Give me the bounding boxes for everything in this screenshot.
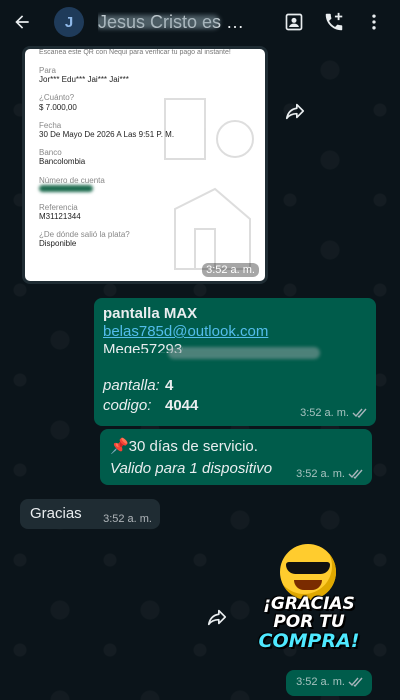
message-meta: 3:52 a. m.	[103, 513, 152, 525]
code-value: 4044	[165, 397, 199, 414]
sticker-line2: COMPRA!	[258, 629, 360, 652]
message-meta: 3:52 a. m.	[300, 407, 368, 419]
add-call-button[interactable]	[314, 0, 354, 44]
message-time: 3:52 a. m.	[202, 263, 259, 277]
contact-card-button[interactable]	[274, 0, 314, 44]
code-label: codigo:	[103, 397, 152, 414]
receipt-image-message[interactable]: Escanea este QR con Nequi para verificar…	[22, 46, 268, 284]
contact-name[interactable]: Jesus Cristo es m...	[98, 12, 248, 33]
contact-name-redaction	[98, 14, 220, 29]
screen-value: 4	[165, 377, 174, 394]
sunglasses-emoji-icon	[280, 544, 336, 600]
message-meta: 3:52 a. m.	[296, 676, 364, 688]
forward-icon	[207, 609, 227, 626]
back-arrow-icon	[15, 15, 29, 29]
phone-add-icon	[325, 12, 343, 31]
sticker-line1: ¡GRACIAS POR TU	[263, 594, 355, 632]
message-line: 📌30 días de servicio.	[110, 438, 258, 455]
chat-header: J Jesus Cristo es m...	[0, 0, 400, 44]
message-time: 3:52 a. m.	[296, 468, 345, 480]
email-link[interactable]: belas785d@outlook.com	[103, 323, 268, 340]
message-line: Valido para 1 dispositivo	[110, 460, 273, 477]
thank-you-sticker[interactable]: ¡GRACIAS POR TU COMPRA!	[238, 540, 378, 668]
message-text: Gracias	[30, 505, 82, 522]
forward-button[interactable]	[204, 604, 230, 630]
avatar[interactable]: J	[54, 7, 84, 37]
message-meta: 3:52 a. m.	[296, 468, 364, 480]
double-check-icon	[348, 469, 363, 479]
message-time: 3:52 a. m.	[103, 513, 152, 525]
forward-icon	[285, 103, 305, 120]
outgoing-message[interactable]: 📌30 días de servicio. Valido para 1 disp…	[100, 429, 372, 485]
receipt-para-value: Jor*** Edu*** Jai*** Jai***	[39, 75, 129, 85]
outgoing-message[interactable]: pantalla MAX belas785d@outlook.com Mege5…	[94, 298, 376, 426]
sticker-text: ¡GRACIAS POR TU COMPRA!	[242, 594, 376, 652]
receipt-note: Escanea este QR con Nequi para verificar…	[39, 49, 231, 56]
message-line: pantalla MAX	[103, 305, 198, 322]
double-check-icon	[348, 677, 363, 687]
back-button[interactable]	[0, 0, 44, 44]
forward-button[interactable]	[282, 98, 308, 124]
receipt-account-redaction	[39, 184, 93, 192]
more-options-button[interactable]	[354, 0, 394, 44]
double-check-icon	[352, 408, 367, 418]
incoming-message[interactable]: Gracias 3:52 a. m.	[20, 499, 160, 529]
receipt-illustration	[164, 98, 254, 270]
contact-card-icon	[285, 13, 303, 31]
receipt-para-label: Para	[39, 66, 56, 76]
more-vert-icon	[372, 14, 376, 30]
screen-label: pantalla:	[103, 377, 160, 394]
message-time: 3:52 a. m.	[296, 676, 345, 688]
password-redaction	[168, 347, 320, 359]
outgoing-message[interactable]: 3:52 a. m.	[286, 670, 372, 696]
message-time: 3:52 a. m.	[300, 407, 349, 419]
